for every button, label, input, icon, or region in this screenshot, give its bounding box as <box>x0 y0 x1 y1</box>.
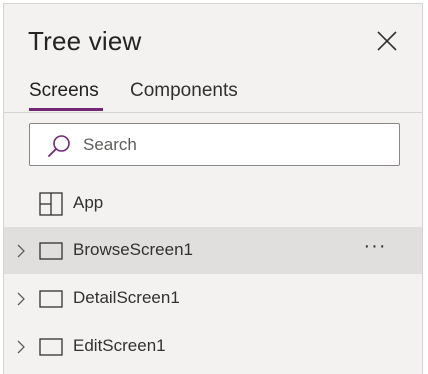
chevron-right-icon[interactable] <box>15 243 27 259</box>
panel-title: Tree view <box>28 26 142 56</box>
tab-screens[interactable]: Screens <box>29 80 99 110</box>
tree-item-browsescreen1[interactable]: BrowseScreen1 ··· <box>4 227 422 274</box>
tree-item-label: App <box>73 193 104 212</box>
chevron-right-icon[interactable] <box>15 339 27 355</box>
app-grid-icon <box>39 192 63 216</box>
tree-view-panel: Tree view Screens Components App <box>3 3 423 374</box>
search-box[interactable] <box>29 123 400 166</box>
close-button[interactable] <box>372 26 402 56</box>
screen-icon <box>39 290 63 308</box>
tab-bar: Screens Components <box>4 80 422 113</box>
tree-item-label: EditScreen1 <box>73 336 166 355</box>
search-icon <box>48 135 70 157</box>
tree-item-editscreen1[interactable]: EditScreen1 <box>4 323 422 370</box>
screen-icon <box>39 338 63 356</box>
tree-item-label: DetailScreen1 <box>73 288 180 307</box>
more-options-button[interactable]: ··· <box>360 236 390 261</box>
active-tab-indicator <box>29 108 103 111</box>
search-input[interactable] <box>83 124 383 165</box>
close-icon <box>377 31 397 51</box>
screen-icon <box>39 242 63 260</box>
tree-item-app[interactable]: App <box>4 180 422 227</box>
tree-item-detailscreen1[interactable]: DetailScreen1 <box>4 275 422 322</box>
tab-components[interactable]: Components <box>130 80 238 110</box>
tree-item-label: BrowseScreen1 <box>73 240 194 259</box>
chevron-right-icon[interactable] <box>15 291 27 307</box>
